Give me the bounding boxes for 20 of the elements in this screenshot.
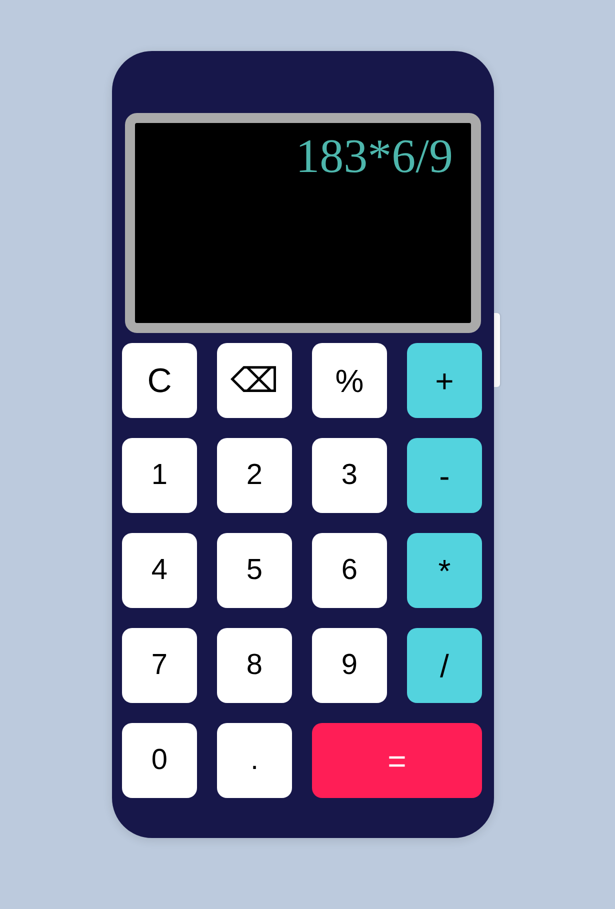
digit-button[interactable]: 0 [122, 723, 197, 798]
operator-button[interactable]: + [407, 343, 482, 418]
digit-button[interactable]: 5 [217, 533, 292, 608]
digit-button[interactable]: 3 [312, 438, 387, 513]
backspace-button[interactable]: ⌫ [217, 343, 292, 418]
operator-button[interactable]: / [407, 628, 482, 703]
digit-button[interactable]: 7 [122, 628, 197, 703]
equals-button[interactable]: = [312, 723, 482, 798]
digit-button[interactable]: 4 [122, 533, 197, 608]
digit-button[interactable]: 9 [312, 628, 387, 703]
digit-button[interactable]: 1 [122, 438, 197, 513]
operator-button[interactable]: * [407, 533, 482, 608]
clear-button[interactable]: C [122, 343, 197, 418]
digit-button[interactable]: 6 [312, 533, 387, 608]
operator-button[interactable]: - [407, 438, 482, 513]
percent-button[interactable]: % [312, 343, 387, 418]
digit-button[interactable]: . [217, 723, 292, 798]
digit-button[interactable]: 8 [217, 628, 292, 703]
expression-text: 183*6/9 [296, 129, 453, 184]
digit-button[interactable]: 2 [217, 438, 292, 513]
